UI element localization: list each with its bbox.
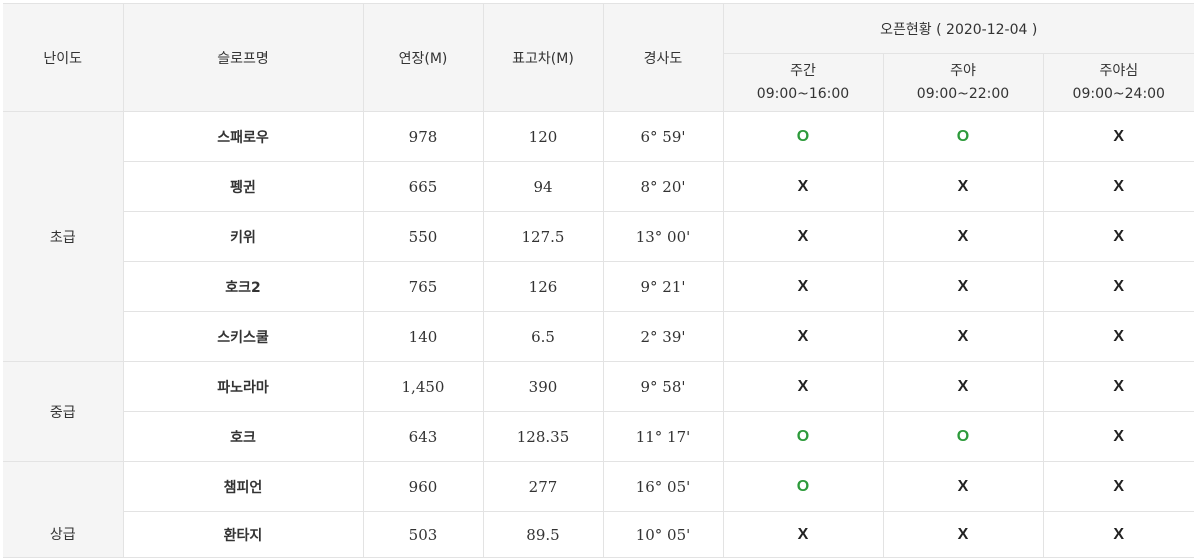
status-day: X [723, 262, 883, 312]
status-night: X [883, 312, 1043, 362]
status-night: X [883, 262, 1043, 312]
table-body: 초급 스패로우 978 120 6° 59' O O X 펭귄 665 94 8… [3, 112, 1194, 558]
slope-name: 호크 [123, 412, 363, 462]
slope-elevation: 390 [483, 362, 603, 412]
slope-length: 765 [363, 262, 483, 312]
status-day: O [723, 112, 883, 162]
slope-length: 960 [363, 462, 483, 512]
slope-length: 140 [363, 312, 483, 362]
status-midnight: X [1043, 112, 1194, 162]
slope-gradient: 16° 05' [603, 462, 723, 512]
status-night: O [883, 112, 1043, 162]
header-slope-name: 슬로프명 [123, 4, 363, 112]
status-midnight: X [1043, 412, 1194, 462]
header-gradient: 경사도 [603, 4, 723, 112]
status-night: X [883, 512, 1043, 558]
table-row: 호크2 765 126 9° 21' X X X [3, 262, 1194, 312]
slope-elevation: 120 [483, 112, 603, 162]
slope-gradient: 2° 39' [603, 312, 723, 362]
slope-elevation: 128.35 [483, 412, 603, 462]
status-day: X [723, 312, 883, 362]
status-midnight: X [1043, 312, 1194, 362]
period-label: 주야심 [1044, 60, 1194, 83]
table-row: 스키스쿨 140 6.5 2° 39' X X X [3, 312, 1194, 362]
slope-length: 665 [363, 162, 483, 212]
slope-name: 펭귄 [123, 162, 363, 212]
level-intermediate: 중급 [3, 362, 123, 462]
slope-elevation: 277 [483, 462, 603, 512]
period-label: 주야 [884, 60, 1043, 83]
slope-name: 환타지 [123, 512, 363, 558]
slope-length: 550 [363, 212, 483, 262]
slope-length: 503 [363, 512, 483, 558]
period-label: 주간 [724, 60, 883, 83]
status-night: X [883, 212, 1043, 262]
slope-status-table: 난이도 슬로프명 연장(M) 표고차(M) 경사도 오픈현황 ( 2020-12… [3, 3, 1194, 558]
header-length: 연장(M) [363, 4, 483, 112]
header-open-status: 오픈현황 ( 2020-12-04 ) [723, 4, 1194, 54]
slope-name: 스패로우 [123, 112, 363, 162]
slope-length: 643 [363, 412, 483, 462]
slope-gradient: 9° 58' [603, 362, 723, 412]
status-day: X [723, 512, 883, 558]
status-night: X [883, 362, 1043, 412]
status-midnight: X [1043, 162, 1194, 212]
status-midnight: X [1043, 462, 1194, 512]
status-midnight: X [1043, 362, 1194, 412]
status-day: X [723, 162, 883, 212]
slope-gradient: 10° 05' [603, 512, 723, 558]
status-day: X [723, 212, 883, 262]
status-day: O [723, 462, 883, 512]
table-header: 난이도 슬로프명 연장(M) 표고차(M) 경사도 오픈현황 ( 2020-12… [3, 4, 1194, 112]
slope-gradient: 11° 17' [603, 412, 723, 462]
table-row: 중급 파노라마 1,450 390 9° 58' X X X [3, 362, 1194, 412]
slope-name: 호크2 [123, 262, 363, 312]
slope-name: 파노라마 [123, 362, 363, 412]
table-row: 상급 챔피언 960 277 16° 05' O X X [3, 462, 1194, 512]
slope-gradient: 8° 20' [603, 162, 723, 212]
table-row: 호크 643 128.35 11° 17' O O X [3, 412, 1194, 462]
table-row: 펭귄 665 94 8° 20' X X X [3, 162, 1194, 212]
status-night: O [883, 412, 1043, 462]
slope-elevation: 126 [483, 262, 603, 312]
slope-elevation: 6.5 [483, 312, 603, 362]
header-elevation: 표고차(M) [483, 4, 603, 112]
slope-gradient: 6° 59' [603, 112, 723, 162]
slope-gradient: 13° 00' [603, 212, 723, 262]
table-row: 환타지 503 89.5 10° 05' X X X [3, 512, 1194, 558]
level-beginner: 초급 [3, 112, 123, 362]
period-time: 09:00~16:00 [724, 83, 883, 106]
status-midnight: X [1043, 512, 1194, 558]
status-day: O [723, 412, 883, 462]
level-advanced-label: 상급 [3, 462, 123, 544]
status-night: X [883, 162, 1043, 212]
slope-name: 키위 [123, 212, 363, 262]
header-period-night: 주야 09:00~22:00 [883, 54, 1043, 112]
period-time: 09:00~24:00 [1044, 83, 1194, 106]
slope-elevation: 94 [483, 162, 603, 212]
slope-name: 스키스쿨 [123, 312, 363, 362]
level-advanced: 상급 [3, 462, 123, 558]
header-period-midnight: 주야심 09:00~24:00 [1043, 54, 1194, 112]
status-day: X [723, 362, 883, 412]
header-period-day: 주간 09:00~16:00 [723, 54, 883, 112]
status-night: X [883, 462, 1043, 512]
slope-elevation: 89.5 [483, 512, 603, 558]
slope-length: 1,450 [363, 362, 483, 412]
status-midnight: X [1043, 212, 1194, 262]
table-row: 키위 550 127.5 13° 00' X X X [3, 212, 1194, 262]
slope-name: 챔피언 [123, 462, 363, 512]
slope-length: 978 [363, 112, 483, 162]
status-midnight: X [1043, 262, 1194, 312]
period-time: 09:00~22:00 [884, 83, 1043, 106]
header-level: 난이도 [3, 4, 123, 112]
slope-elevation: 127.5 [483, 212, 603, 262]
table-row: 초급 스패로우 978 120 6° 59' O O X [3, 112, 1194, 162]
slope-gradient: 9° 21' [603, 262, 723, 312]
